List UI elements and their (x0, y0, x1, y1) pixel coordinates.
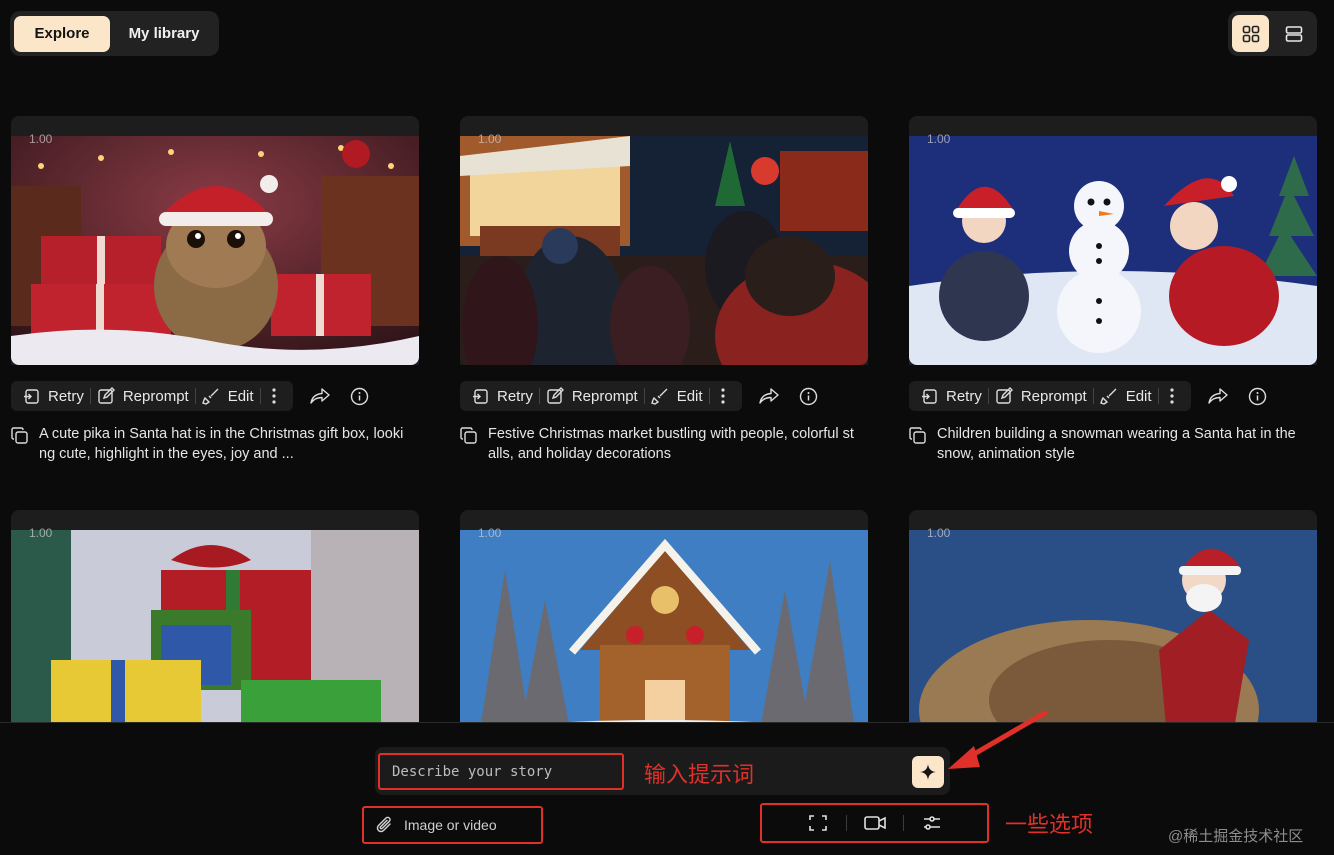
edit-button[interactable]: Edit (645, 381, 709, 411)
paperclip-icon (376, 816, 391, 833)
card-action-bar: Retry Reprompt Edit (11, 381, 293, 411)
info-button[interactable] (345, 381, 375, 411)
edit-label: Edit (227, 387, 254, 405)
retry-label: Retry (497, 387, 533, 405)
aspect-ratio-label: 1.00 (29, 132, 53, 146)
info-button[interactable] (1243, 381, 1273, 411)
retry-button[interactable]: Retry (17, 381, 90, 411)
more-vertical-icon (271, 388, 276, 404)
list-view-button[interactable] (1275, 15, 1312, 52)
retry-icon (473, 388, 488, 404)
video-camera-icon (863, 816, 886, 830)
share-button[interactable] (305, 381, 335, 411)
brush-icon (650, 388, 668, 405)
watermark: @稀土掘金技术社区 (1168, 828, 1304, 845)
card-action-bar: Retry Reprompt Edit (909, 381, 1191, 411)
edit-square-icon (996, 387, 1013, 404)
tab-explore[interactable]: Explore (14, 15, 110, 52)
aspect-ratio-button[interactable] (790, 808, 846, 838)
video-card: 1.00 (11, 116, 419, 464)
brush-icon (1099, 388, 1117, 405)
prompt-caption: Festive Christmas market bustling with p… (488, 426, 854, 462)
more-options-button[interactable] (261, 388, 287, 404)
share-button[interactable] (754, 381, 784, 411)
aspect-ratio-label: 1.00 (927, 526, 951, 540)
video-mode-button[interactable] (847, 808, 903, 838)
video-thumbnail[interactable] (909, 136, 1317, 365)
aspect-ratio-icon (808, 815, 827, 831)
view-toggle (1228, 11, 1317, 56)
retry-button[interactable]: Retry (915, 381, 988, 411)
brush-icon (201, 388, 219, 405)
tab-my-library[interactable]: My library (114, 16, 214, 52)
more-options-button[interactable] (710, 388, 736, 404)
card-action-bar: Retry Reprompt Edit (460, 381, 742, 411)
options-group (760, 803, 989, 843)
edit-square-icon (98, 387, 115, 404)
reprompt-label: Reprompt (571, 387, 638, 405)
copy-prompt-button[interactable] (460, 424, 480, 464)
edit-square-icon (547, 387, 564, 404)
more-vertical-icon (720, 388, 725, 404)
reprompt-button[interactable]: Reprompt (540, 381, 644, 411)
copy-icon (909, 427, 926, 444)
info-icon (1248, 387, 1267, 405)
prompt-input-box (378, 753, 624, 790)
annotation-arrow (948, 710, 1048, 769)
video-thumbnail[interactable] (460, 136, 868, 365)
info-button[interactable] (794, 381, 824, 411)
reprompt-label: Reprompt (122, 387, 189, 405)
grid-view-icon (1242, 25, 1259, 42)
prompt-annotation: 输入提示词 (644, 763, 755, 788)
share-icon (758, 388, 779, 404)
more-vertical-icon (1169, 388, 1174, 404)
sliders-icon (923, 816, 940, 830)
grid-view-button[interactable] (1232, 15, 1269, 52)
retry-label: Retry (946, 387, 982, 405)
settings-button[interactable] (904, 808, 960, 838)
attach-label: Image or video (404, 817, 497, 833)
retry-label: Retry (48, 387, 84, 405)
edit-label: Edit (676, 387, 703, 405)
video-card: 1.00 (460, 116, 868, 464)
reprompt-button[interactable]: Reprompt (989, 381, 1093, 411)
video-card: 1.00 (909, 116, 1317, 464)
prompt-input[interactable] (392, 763, 612, 780)
aspect-ratio-label: 1.00 (478, 526, 502, 540)
sparkle-icon (920, 764, 936, 780)
list-view-icon (1285, 25, 1302, 42)
share-button[interactable] (1203, 381, 1233, 411)
aspect-ratio-label: 1.00 (478, 132, 502, 146)
share-icon (309, 388, 330, 404)
options-annotation: 一些选项 (1005, 813, 1094, 838)
retry-icon (24, 388, 39, 404)
tab-group: Explore My library (10, 11, 219, 56)
info-icon (799, 387, 818, 405)
info-icon (350, 387, 369, 405)
more-options-button[interactable] (1159, 388, 1185, 404)
copy-icon (460, 427, 477, 444)
attach-media-button[interactable]: Image or video (362, 806, 543, 844)
edit-button[interactable]: Edit (196, 381, 260, 411)
video-thumbnail[interactable] (11, 136, 419, 365)
aspect-ratio-label: 1.00 (29, 526, 53, 540)
reprompt-button[interactable]: Reprompt (91, 381, 195, 411)
share-icon (1207, 388, 1228, 404)
prompt-caption: A cute pika in Santa hat is in the Chris… (39, 426, 404, 462)
retry-button[interactable]: Retry (466, 381, 539, 411)
aspect-ratio-label: 1.00 (927, 132, 951, 146)
edit-label: Edit (1125, 387, 1152, 405)
retry-icon (922, 388, 937, 404)
copy-prompt-button[interactable] (909, 424, 929, 464)
copy-icon (11, 427, 28, 444)
prompt-caption: Children building a snowman wearing a Sa… (937, 426, 1296, 462)
copy-prompt-button[interactable] (11, 424, 31, 464)
reprompt-label: Reprompt (1020, 387, 1087, 405)
edit-button[interactable]: Edit (1094, 381, 1158, 411)
